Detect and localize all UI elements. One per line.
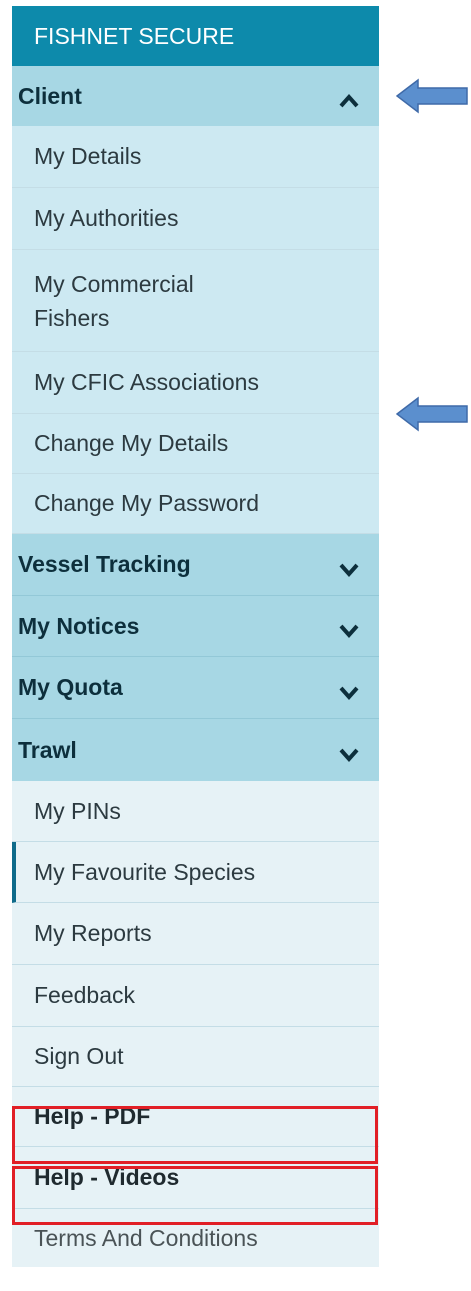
section-label: My Notices bbox=[18, 612, 140, 639]
section-label: Vessel Tracking bbox=[18, 551, 191, 577]
sidebar-item-label: Change My Details bbox=[34, 430, 229, 456]
sidebar-item-sign-out[interactable]: Sign Out bbox=[12, 1027, 379, 1087]
sidebar-item-my-favourite-species[interactable]: My Favourite Species bbox=[12, 842, 379, 903]
section-client[interactable]: Client bbox=[12, 66, 379, 126]
sidebar-item-terms-and-conditions[interactable]: Terms And Conditions bbox=[12, 1209, 379, 1267]
sidebar-item-my-details[interactable]: My Details bbox=[12, 126, 379, 188]
sidebar-item-feedback[interactable]: Feedback bbox=[12, 965, 379, 1027]
chevron-down-icon bbox=[339, 680, 359, 700]
callout-arrow-left-icon bbox=[396, 396, 468, 432]
sidebar-item-label: Sign Out bbox=[34, 1043, 124, 1069]
sidebar-nav: FISHNET SECURE Client My Details My Auth… bbox=[12, 6, 379, 1267]
section-client-label: Client bbox=[18, 82, 82, 109]
sidebar-item-label: My Reports bbox=[34, 920, 152, 946]
sidebar-item-change-my-details[interactable]: Change My Details bbox=[12, 414, 379, 474]
sidebar-item-label: My PINs bbox=[34, 797, 121, 824]
sidebar-item-label: My Commercial Fishers bbox=[34, 270, 194, 331]
sidebar-item-label: Help - Videos bbox=[34, 1164, 180, 1190]
sidebar-item-my-commercial-fishers[interactable]: My Commercial Fishers bbox=[12, 250, 379, 352]
sidebar-item-my-reports[interactable]: My Reports bbox=[12, 903, 379, 965]
brand-title: FISHNET SECURE bbox=[12, 6, 379, 66]
section-label: My Quota bbox=[18, 674, 123, 700]
chevron-down-icon bbox=[339, 557, 359, 577]
sidebar-item-label: Terms And Conditions bbox=[34, 1224, 258, 1251]
sidebar-item-label: My Authorities bbox=[34, 205, 179, 231]
chevron-down-icon bbox=[339, 618, 359, 639]
chevron-up-icon bbox=[339, 88, 359, 108]
chevron-down-icon bbox=[339, 742, 359, 763]
section-trawl[interactable]: Trawl bbox=[12, 719, 379, 781]
sidebar-item-label: My Details bbox=[34, 143, 142, 169]
section-vessel-tracking[interactable]: Vessel Tracking bbox=[12, 534, 379, 596]
trawl-submenu: My PINs My Favourite Species My Reports … bbox=[12, 781, 379, 1267]
sidebar-item-my-pins[interactable]: My PINs bbox=[12, 781, 379, 842]
sidebar-item-label: My Favourite Species bbox=[34, 858, 256, 885]
section-my-notices[interactable]: My Notices bbox=[12, 596, 379, 657]
sidebar-item-label: Feedback bbox=[34, 982, 136, 1008]
sidebar-item-help-pdf[interactable]: Help - PDF bbox=[12, 1087, 379, 1147]
sidebar-item-my-cfic-associations[interactable]: My CFIC Associations bbox=[12, 352, 379, 414]
callout-arrow-left-icon bbox=[396, 78, 468, 114]
sidebar-item-help-videos[interactable]: Help - Videos bbox=[12, 1147, 379, 1209]
sidebar-item-label: Change My Password bbox=[34, 490, 259, 516]
sidebar-item-label: My CFIC Associations bbox=[34, 369, 259, 395]
client-submenu: My Details My Authorities My Commercial … bbox=[12, 126, 379, 534]
sidebar-item-label: Help - PDF bbox=[34, 1103, 151, 1129]
section-label: Trawl bbox=[18, 736, 77, 763]
section-my-quota[interactable]: My Quota bbox=[12, 657, 379, 719]
sidebar-item-my-authorities[interactable]: My Authorities bbox=[12, 188, 379, 250]
sidebar-item-change-my-password[interactable]: Change My Password bbox=[12, 474, 379, 534]
